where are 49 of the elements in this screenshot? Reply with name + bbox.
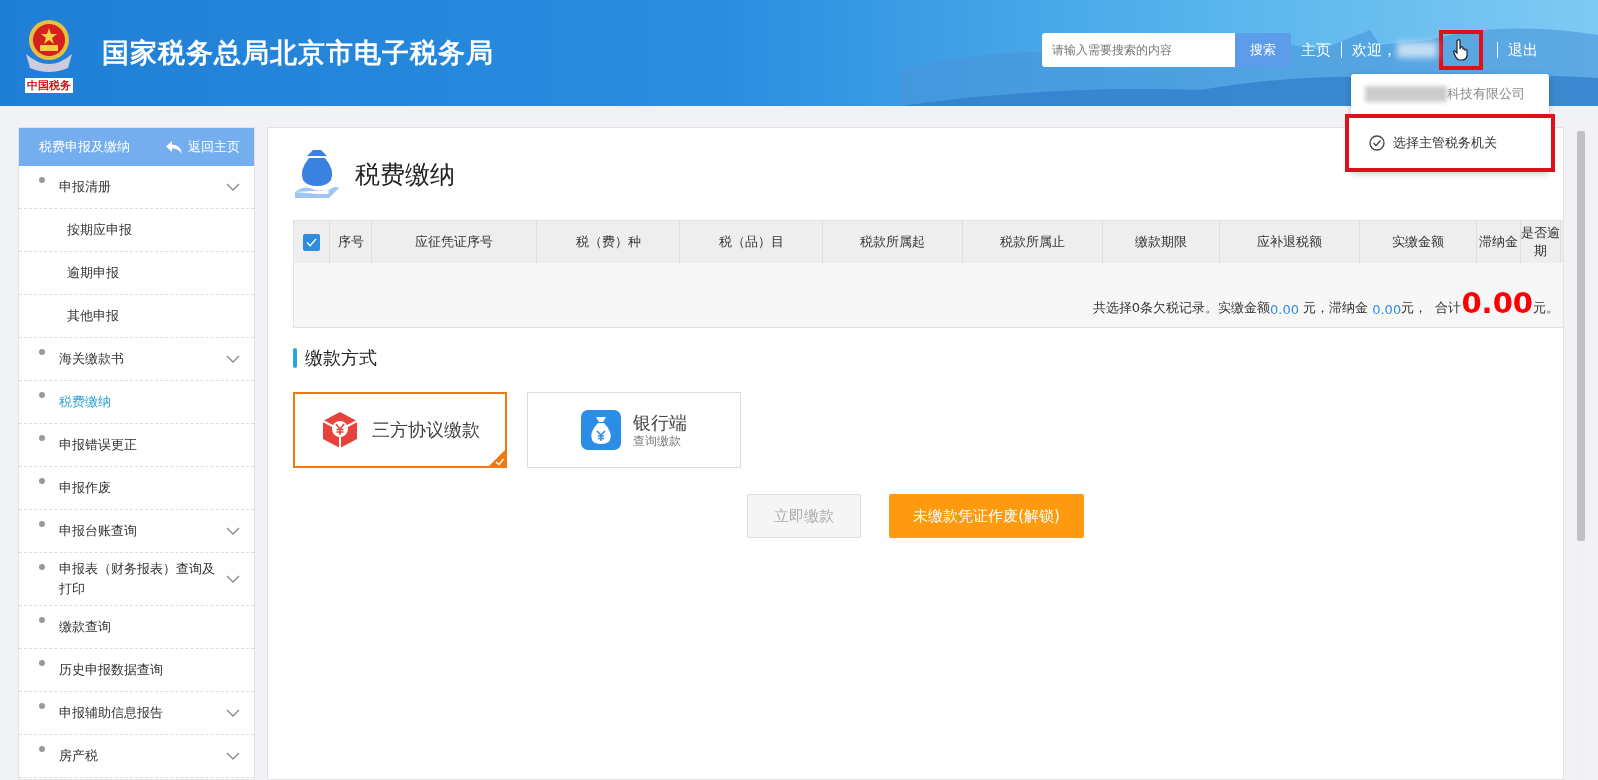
sidebar-item[interactable]: 房产税 [19, 735, 254, 778]
welcome-text: 欢迎， [1351, 40, 1397, 60]
sidebar-item[interactable]: 申报清册 [19, 166, 254, 209]
money-bag-hand-icon [293, 148, 341, 200]
bullet-icon [39, 746, 45, 752]
sidebar-item[interactable]: 申报辅助信息报告 [19, 692, 254, 735]
select-all-checkbox[interactable] [303, 233, 320, 251]
sidebar-title: 税费申报及缴纳 [39, 138, 130, 156]
money-bag-icon [581, 410, 621, 450]
bullet-icon [39, 521, 45, 527]
blurred-name [1397, 42, 1437, 58]
company-name: 科技有限公司 [1447, 85, 1525, 103]
sidebar-item[interactable]: 其他申报 [19, 295, 254, 338]
bullet-icon [39, 617, 45, 623]
user-menu-trigger[interactable] [1439, 30, 1483, 70]
check-corner-icon [488, 449, 506, 467]
payment-method-option[interactable]: 银行端 查询缴款 [527, 392, 741, 468]
sidebar-item[interactable]: 历史申报数据查询 [19, 649, 254, 692]
section-marker [293, 348, 297, 368]
logo-caption: 中国税务 [25, 77, 73, 93]
summary-text: 共选择0条欠税记录。实缴金额0.00 元，滞纳金 0.00元， 合计0.00元。 [294, 263, 1563, 327]
sidebar-item[interactable]: 按期应申报 [19, 209, 254, 252]
sidebar-item[interactable]: 海关缴款书 [19, 338, 254, 381]
bullet-icon [39, 564, 45, 570]
page-title: 税费缴纳 [355, 158, 455, 191]
site-title: 国家税务总局北京市电子税务局 [102, 36, 494, 70]
bullet-icon [39, 435, 45, 441]
sidebar-item[interactable]: 缴款查询 [19, 606, 254, 649]
sidebar-item[interactable]: 申报表（财务报表）查询及打印 [19, 553, 254, 606]
check-icon [306, 237, 317, 247]
sidebar-item[interactable]: 逾期申报 [19, 252, 254, 295]
hand-cursor-icon [1451, 38, 1471, 62]
scrollbar[interactable] [1576, 127, 1586, 780]
bullet-icon [39, 349, 45, 355]
search-field[interactable]: 请输入需要搜索的内容 [1042, 33, 1235, 67]
bullet-icon [39, 392, 45, 398]
bullet-icon [39, 478, 45, 484]
bullet-icon [39, 660, 45, 666]
sidebar-item[interactable]: 申报台账查询 [19, 510, 254, 553]
reply-arrow-icon [166, 140, 182, 154]
bullet-icon [39, 177, 45, 183]
payment-method-option[interactable]: 三方协议缴款 [293, 392, 507, 468]
cube-yen-icon [320, 410, 360, 450]
bullet-icon [39, 703, 45, 709]
menu-item[interactable]: 选择主管税务机关 [1345, 114, 1555, 172]
section-title: 缴款方式 [305, 346, 377, 370]
check-circle-icon [1369, 135, 1385, 151]
sidebar-item[interactable]: 申报作废 [19, 467, 254, 510]
sidebar-item[interactable]: 申报错误更正 [19, 424, 254, 467]
